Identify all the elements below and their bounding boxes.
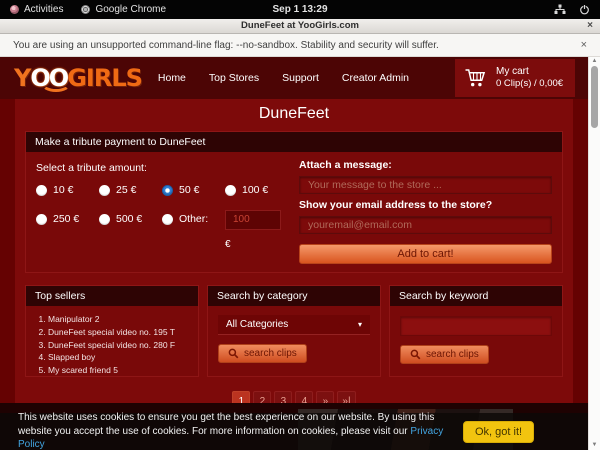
email-label: Show your email address to the store? [299, 199, 552, 211]
amount-label: Other: [179, 213, 208, 225]
cart-label: My cart [496, 65, 563, 78]
cookie-message: This website uses cookies to ensure you … [18, 411, 463, 450]
browser-viewport: YOOGIRLS Home Top Stores Support Creator… [0, 57, 600, 450]
amount-option-10[interactable]: 10 € [36, 184, 99, 196]
warning-close-icon[interactable]: × [581, 39, 587, 51]
amount-label: 100 € [242, 184, 268, 196]
window-close-icon[interactable]: × [587, 19, 593, 33]
web-page: YOOGIRLS Home Top Stores Support Creator… [0, 57, 588, 450]
top-seller-item[interactable]: My scared friend 5 [48, 364, 194, 377]
page-title: DuneFeet [15, 99, 573, 131]
power-icon[interactable] [579, 4, 590, 15]
top-sellers-title: Top sellers [26, 286, 198, 306]
top-seller-item[interactable]: DuneFeet special video no. 280 F [48, 339, 194, 352]
tribute-panel: Make a tribute payment to DuneFeet Selec… [25, 131, 563, 273]
chevron-down-icon: ▾ [358, 320, 362, 329]
amount-select-label: Select a tribute amount: [36, 162, 288, 174]
amount-option-25[interactable]: 25 € [99, 184, 162, 196]
nav-item-top-stores[interactable]: Top Stores [209, 72, 259, 84]
search-clips-category-button[interactable]: search clips [218, 344, 307, 363]
radio-icon[interactable] [99, 185, 110, 196]
amount-options: 10 € 25 € 50 € [36, 184, 288, 250]
amount-label: 250 € [53, 213, 79, 225]
search-keyword-panel: Search by keyword search clips [389, 285, 563, 377]
activities-label: Activities [24, 4, 63, 15]
search-keyword-title: Search by keyword [390, 286, 562, 306]
scrollbar-up-arrow[interactable]: ▲ [589, 58, 600, 64]
search-category-panel: Search by category All Categories ▾ sear… [207, 285, 381, 377]
amount-label: 50 € [179, 184, 199, 196]
nav-item-creator-admin[interactable]: Creator Admin [342, 72, 409, 84]
chrome-menu-label: Google Chrome [95, 4, 166, 15]
radio-selected-icon[interactable] [162, 185, 173, 196]
top-seller-item[interactable]: Manipulator 2 [48, 313, 194, 326]
content-container: DuneFeet Make a tribute payment to DuneF… [15, 99, 573, 403]
amount-option-500[interactable]: 500 € [99, 213, 162, 225]
category-selected-option: All Categories [226, 319, 288, 330]
amount-option-other[interactable]: Other: [162, 213, 225, 225]
currency-symbol: € [225, 239, 288, 250]
google-chrome-menu[interactable]: Google Chrome [81, 4, 166, 15]
search-icon [410, 349, 421, 360]
logo-part-girls: GIRLS [67, 64, 142, 92]
message-input[interactable] [299, 176, 552, 194]
cart-icon [464, 67, 488, 89]
my-cart-button[interactable]: My cart 0 Clip(s) / 0,00€ [455, 59, 575, 97]
category-select[interactable]: All Categories ▾ [218, 315, 370, 335]
search-clips-keyword-button[interactable]: search clips [400, 345, 489, 364]
warning-message: You are using an unsupported command-lin… [13, 40, 581, 51]
network-icon[interactable] [554, 4, 566, 15]
tribute-panel-title: Make a tribute payment to DuneFeet [26, 132, 562, 152]
logo-smile-icon [41, 75, 71, 92]
amount-label: 10 € [53, 184, 73, 196]
nav-item-support[interactable]: Support [282, 72, 319, 84]
yoogirls-logo[interactable]: YOOGIRLS [14, 66, 142, 90]
keyword-input[interactable] [400, 316, 552, 336]
radio-icon[interactable] [99, 214, 110, 225]
nav-item-home[interactable]: Home [158, 72, 186, 84]
vertical-scrollbar[interactable]: ▲ ▼ [588, 57, 600, 450]
window-title: DuneFeet at YooGirls.com [241, 20, 359, 31]
radio-icon[interactable] [162, 214, 173, 225]
radio-icon[interactable] [225, 185, 236, 196]
top-seller-item[interactable]: Slapped boy [48, 351, 194, 364]
cookie-notice-bar: This website uses cookies to ensure you … [0, 413, 588, 450]
logo-part-y: Y [14, 64, 30, 92]
scrollbar-down-arrow[interactable]: ▼ [589, 442, 600, 448]
radio-icon[interactable] [36, 185, 47, 196]
radio-icon[interactable] [36, 214, 47, 225]
search-clips-label: search clips [426, 349, 479, 360]
system-top-bar: Activities Google Chrome Sep 1 13:29 [0, 0, 600, 19]
message-label: Attach a message: [299, 159, 552, 171]
search-clips-label: search clips [244, 348, 297, 359]
amount-label: 25 € [116, 184, 136, 196]
other-amount-input[interactable] [225, 210, 281, 230]
activities-button[interactable]: Activities [10, 4, 63, 15]
cookie-text: This website uses cookies to ensure you … [18, 412, 434, 437]
top-sellers-list: Manipulator 2 DuneFeet special video no.… [48, 313, 194, 377]
top-sellers-panel: Top sellers Manipulator 2 DuneFeet speci… [25, 285, 199, 377]
bottom-panels: Top sellers Manipulator 2 DuneFeet speci… [25, 285, 563, 377]
window-title-bar[interactable]: DuneFeet at YooGirls.com × [0, 19, 600, 34]
cart-summary: 0 Clip(s) / 0,00€ [496, 78, 563, 90]
site-header: YOOGIRLS Home Top Stores Support Creator… [0, 57, 588, 99]
amount-option-50-selected[interactable]: 50 € [162, 184, 225, 196]
clock[interactable]: Sep 1 13:29 [272, 4, 327, 15]
add-to-cart-button[interactable]: Add to cart! [299, 244, 552, 264]
amount-option-250[interactable]: 250 € [36, 213, 99, 225]
cookie-accept-button[interactable]: Ok, got it! [463, 421, 534, 443]
search-category-title: Search by category [208, 286, 380, 306]
amount-option-100[interactable]: 100 € [225, 184, 288, 196]
chrome-warning-bar: You are using an unsupported command-lin… [0, 34, 600, 57]
distro-logo-icon [10, 5, 19, 14]
top-seller-item[interactable]: DuneFeet special video no. 195 T [48, 326, 194, 339]
scrollbar-thumb[interactable] [591, 66, 598, 128]
chrome-icon [81, 5, 90, 14]
main-nav: Home Top Stores Support Creator Admin [158, 72, 409, 84]
search-icon [228, 348, 239, 359]
email-input[interactable] [299, 216, 552, 234]
amount-label: 500 € [116, 213, 142, 225]
